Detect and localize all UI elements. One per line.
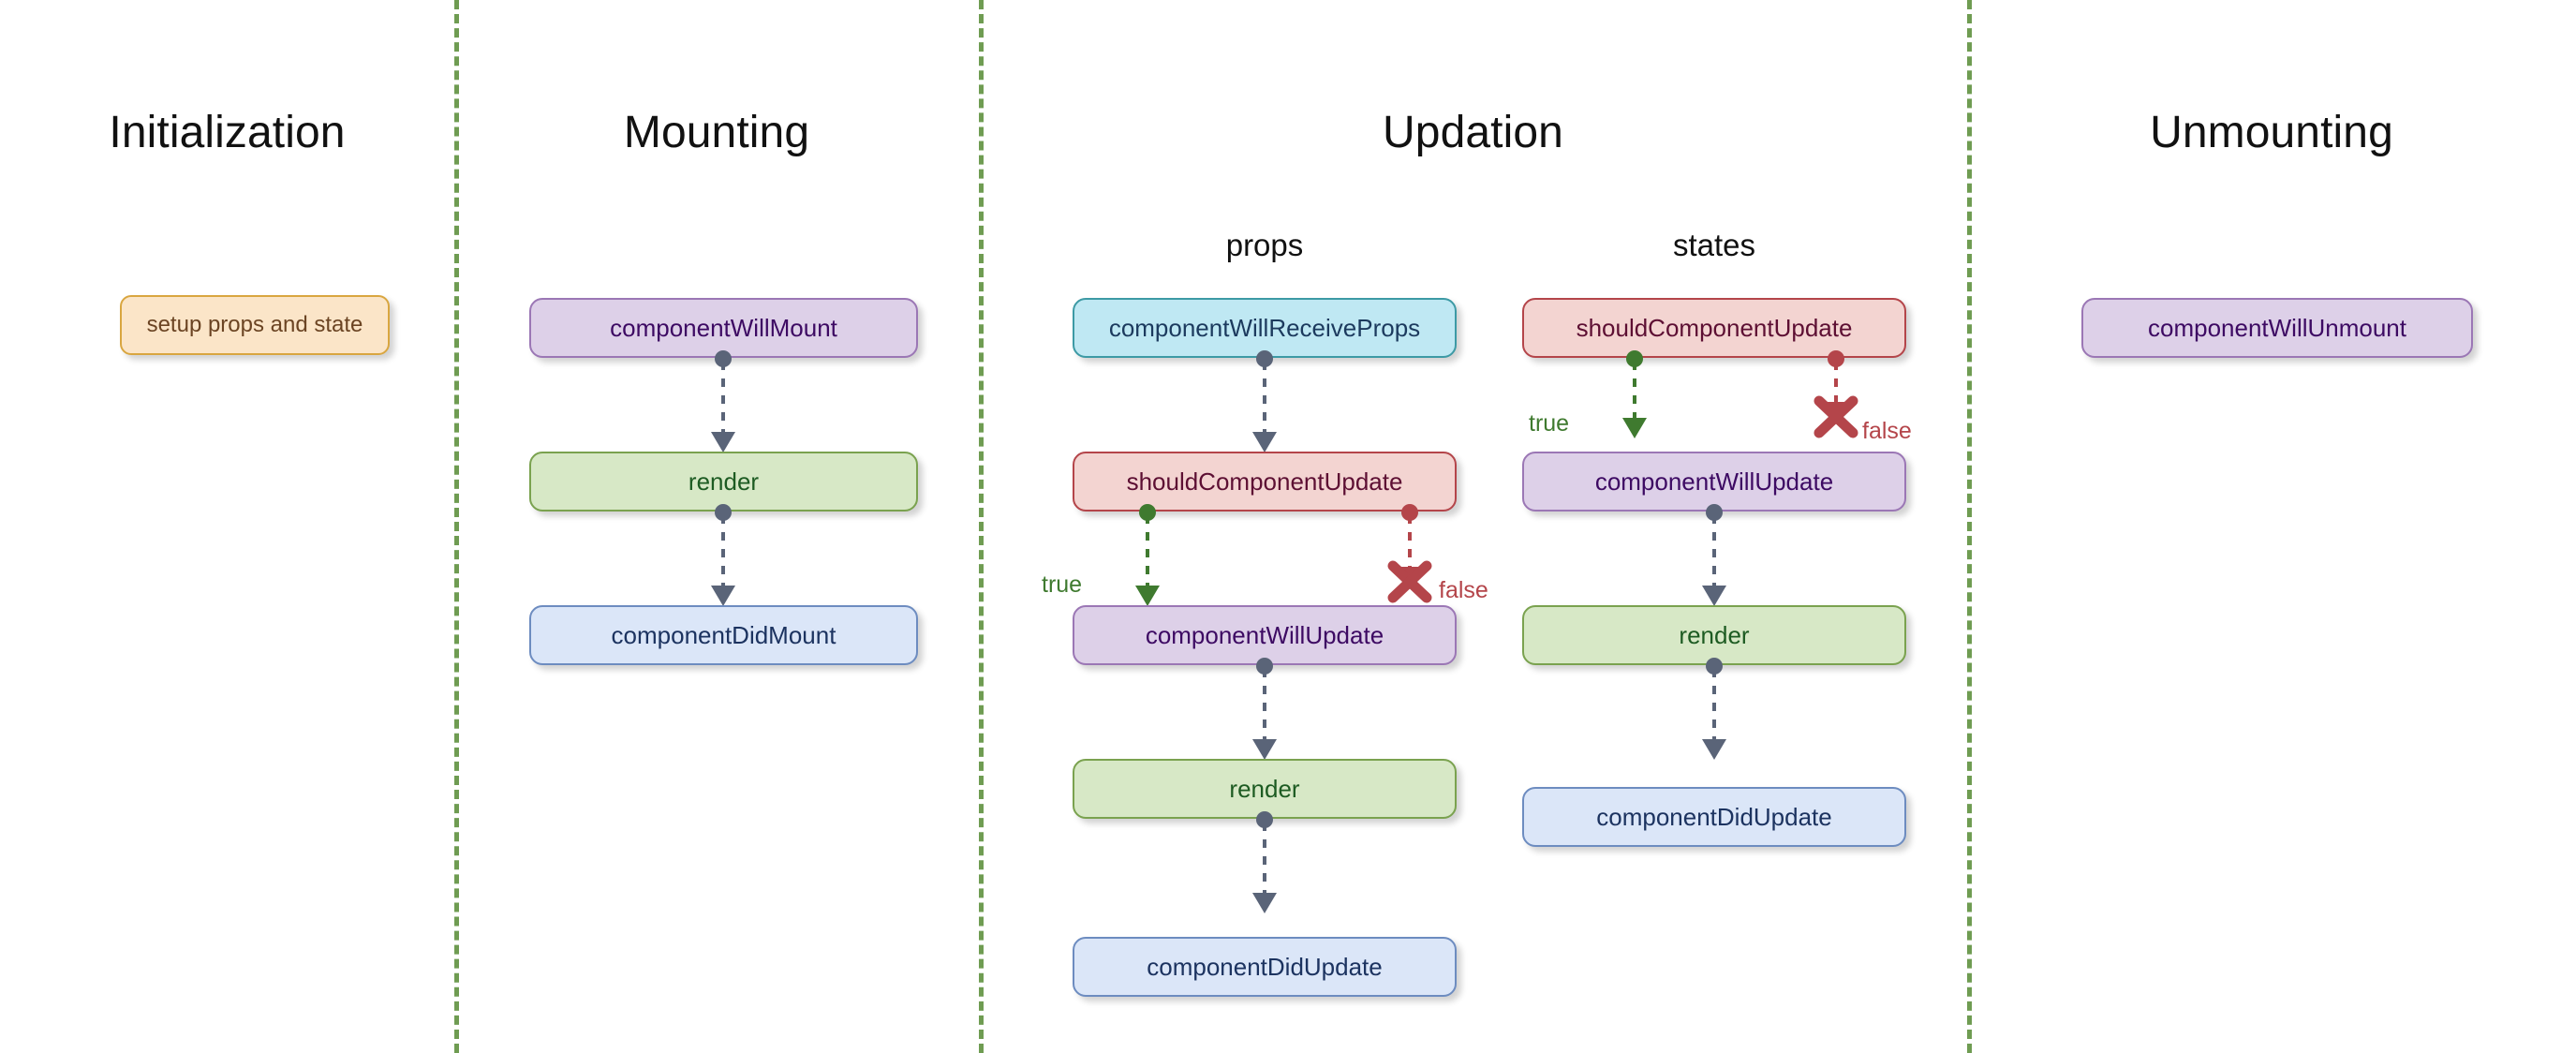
connector-props-3	[1208, 811, 1321, 918]
phase-title-unmounting: Unmounting	[2150, 108, 2393, 157]
connector-states-3	[1658, 658, 1770, 764]
node-states-component-will-update[interactable]: componentWillUpdate	[1522, 452, 1906, 512]
node-setup-props-and-state[interactable]: setup props and state	[120, 295, 390, 355]
divider-updation-unmounting	[1967, 0, 1972, 1053]
node-props-component-will-update[interactable]: componentWillUpdate	[1073, 605, 1457, 665]
edge-label-props-true: true	[1042, 571, 1083, 598]
edge-label-props-false: false	[1439, 577, 1488, 603]
phase-title-initialization: Initialization	[109, 108, 346, 157]
node-component-will-unmount[interactable]: componentWillUnmount	[2081, 298, 2473, 358]
phase-title-updation: Updation	[1383, 108, 1563, 157]
node-props-should-component-update[interactable]: shouldComponentUpdate	[1073, 452, 1457, 512]
edge-label-states-true: true	[1529, 410, 1570, 437]
divider-initialization-mounting	[454, 0, 459, 1053]
phase-title-mounting: Mounting	[623, 108, 810, 157]
connector-props-1	[1208, 350, 1321, 457]
node-component-will-receive-props[interactable]: componentWillReceiveProps	[1073, 298, 1457, 358]
edge-label-states-false: false	[1862, 418, 1912, 444]
subcolumn-title-props: props	[1225, 228, 1304, 262]
connector-props-true-branch	[1110, 504, 1185, 611]
divider-mounting-updation	[979, 0, 984, 1053]
node-states-component-did-update[interactable]: componentDidUpdate	[1522, 787, 1906, 847]
node-states-render[interactable]: render	[1522, 605, 1906, 665]
connector-mounting-1	[667, 350, 779, 457]
node-mounting-render[interactable]: render	[529, 452, 918, 512]
lifecycle-diagram-canvas: Initialization Mounting Updation Unmount…	[0, 0, 2576, 1053]
connector-states-true-branch	[1597, 350, 1672, 448]
node-component-did-mount[interactable]: componentDidMount	[529, 605, 918, 665]
connector-states-2	[1658, 504, 1770, 611]
subcolumn-title-states: states	[1672, 228, 1756, 262]
node-component-will-mount[interactable]: componentWillMount	[529, 298, 918, 358]
node-props-render[interactable]: render	[1073, 759, 1457, 819]
connector-mounting-2	[667, 504, 779, 611]
connector-props-2	[1208, 658, 1321, 764]
node-props-component-did-update[interactable]: componentDidUpdate	[1073, 937, 1457, 997]
connector-props-false-branch	[1363, 504, 1457, 620]
node-states-should-component-update[interactable]: shouldComponentUpdate	[1522, 298, 1906, 358]
